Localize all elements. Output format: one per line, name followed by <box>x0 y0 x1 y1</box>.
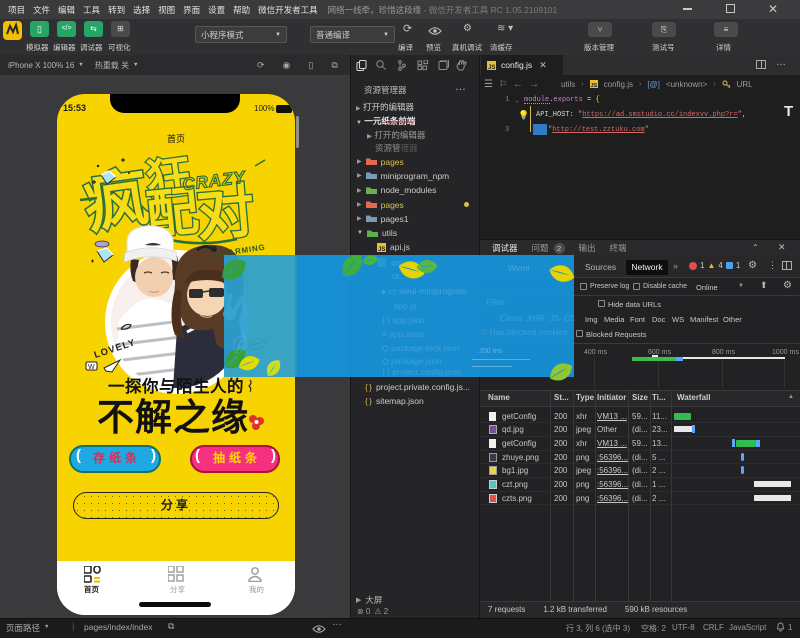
svg-text:JS: JS <box>590 83 597 88</box>
svg-text:W: W <box>88 364 95 371</box>
svg-text:一探你与陌生人的: 一探你与陌生人的 <box>108 376 244 396</box>
svg-text:不解之缘: 不解之缘 <box>97 397 249 438</box>
svg-text:JS: JS <box>488 65 495 70</box>
svg-text:JS: JS <box>378 247 385 252</box>
